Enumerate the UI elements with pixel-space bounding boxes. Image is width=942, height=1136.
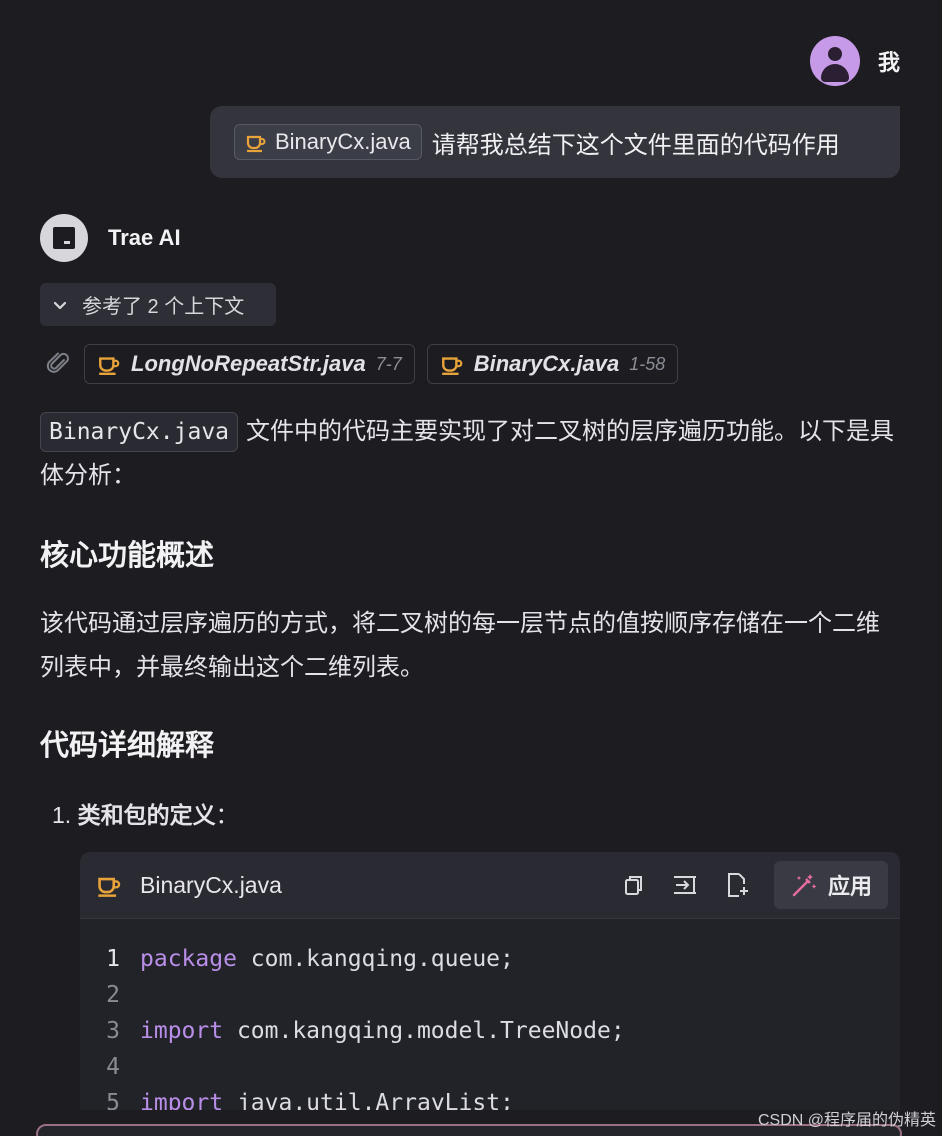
code-keyword: package: [140, 946, 237, 972]
references-toggle-label: 参考了 2 个上下文: [82, 296, 245, 318]
user-name: 我: [877, 50, 900, 75]
trae-logo-icon: [40, 214, 88, 262]
code-keyword: import: [140, 1090, 224, 1110]
reference-chip-name: BinaryCx.java: [473, 351, 620, 376]
reference-chip[interactable]: LongNoRepeatStr.java 7-7: [84, 344, 415, 384]
ai-name: Trae AI: [108, 225, 181, 250]
chat-panel: 我 BinaryCx.java 请帮我总结下这个文件里面的代码作用 Trae A…: [0, 0, 942, 1136]
code-text: com.kangqing.model.TreeNode;: [223, 1018, 625, 1044]
heading-detail: 代码详细解释: [40, 730, 215, 762]
heading-core: 核心功能概述: [40, 540, 215, 572]
user-file-chip-label: BinaryCx.java: [275, 129, 411, 154]
code-filename: BinaryCx.java: [140, 871, 282, 898]
apply-button-label: 应用: [827, 874, 872, 899]
apply-button[interactable]: 应用: [773, 861, 888, 909]
references-toggle[interactable]: 参考了 2 个上下文: [40, 283, 276, 326]
ai-header: Trae AI: [40, 214, 181, 262]
magic-wand-icon: [792, 874, 817, 897]
user-message-text: 请帮我总结下这个文件里面的代码作用: [431, 131, 840, 159]
intro-paragraph: BinaryCx.java 文件中的代码主要实现了对二叉树的层序遍历功能。以下是具…: [40, 410, 900, 498]
line-number: 3: [106, 1018, 120, 1044]
code-block-header: BinaryCx.java 应用: [80, 852, 900, 919]
line-number: 4: [106, 1054, 120, 1080]
code-line: 1 package com.kangqing.queue;: [80, 941, 900, 977]
code-line: 3 import com.kangqing.model.TreeNode;: [80, 1013, 900, 1049]
insert-terminal-icon[interactable]: [670, 870, 700, 900]
reference-list: LongNoRepeatStr.java 7-7 BinaryCx.java 1…: [46, 344, 679, 384]
reference-chip-range: 1-58: [629, 353, 666, 374]
user-header: 我: [809, 36, 900, 86]
code-lines: 1 package com.kangqing.queue; 2 3 import…: [80, 919, 900, 1110]
line-number: 5: [106, 1090, 120, 1110]
reference-chip-range: 7-7: [375, 353, 402, 374]
code-text: java.util.ArrayList;: [223, 1090, 514, 1110]
code-text: com.kangqing.queue;: [236, 946, 514, 972]
paperclip-icon: [46, 352, 69, 373]
line-number: 2: [106, 982, 120, 1008]
code-keyword: import: [140, 1018, 224, 1044]
list-item-title: 类和包的定义: [77, 802, 216, 828]
watermark: CSDN @程序届的伪精英: [757, 1112, 936, 1129]
reference-chip-name: LongNoRepeatStr.java: [131, 351, 366, 376]
new-file-icon[interactable]: [722, 870, 752, 900]
reference-chip[interactable]: BinaryCx.java 1-58: [426, 344, 679, 384]
list-item-colon: ：: [215, 802, 239, 828]
code-line: 2: [80, 977, 900, 1013]
inline-code: BinaryCx.java: [40, 412, 239, 452]
copy-icon[interactable]: [618, 870, 648, 900]
java-cup-icon: [98, 877, 121, 897]
line-number: 1: [106, 946, 120, 972]
user-file-chip[interactable]: BinaryCx.java: [234, 124, 422, 160]
list-item: 1. 类和包的定义：: [52, 796, 239, 830]
user-avatar: [809, 36, 860, 86]
java-cup-icon: [99, 357, 120, 376]
java-cup-icon: [246, 135, 266, 153]
code-block: BinaryCx.java 应用 1 package com.kangqing.…: [80, 852, 900, 1110]
code-actions: 应用: [618, 861, 900, 909]
chevron-down-icon: [53, 301, 67, 309]
core-paragraph: 该代码通过层序遍历的方式，将二叉树的每一层节点的值按顺序存储在一个二维列表中，并…: [40, 610, 880, 681]
user-message-bubble: BinaryCx.java 请帮我总结下这个文件里面的代码作用: [210, 106, 900, 178]
code-line: 4: [80, 1049, 900, 1085]
code-file-title: BinaryCx.java: [96, 872, 282, 899]
list-number: 1.: [52, 802, 72, 828]
java-cup-icon: [441, 357, 463, 376]
